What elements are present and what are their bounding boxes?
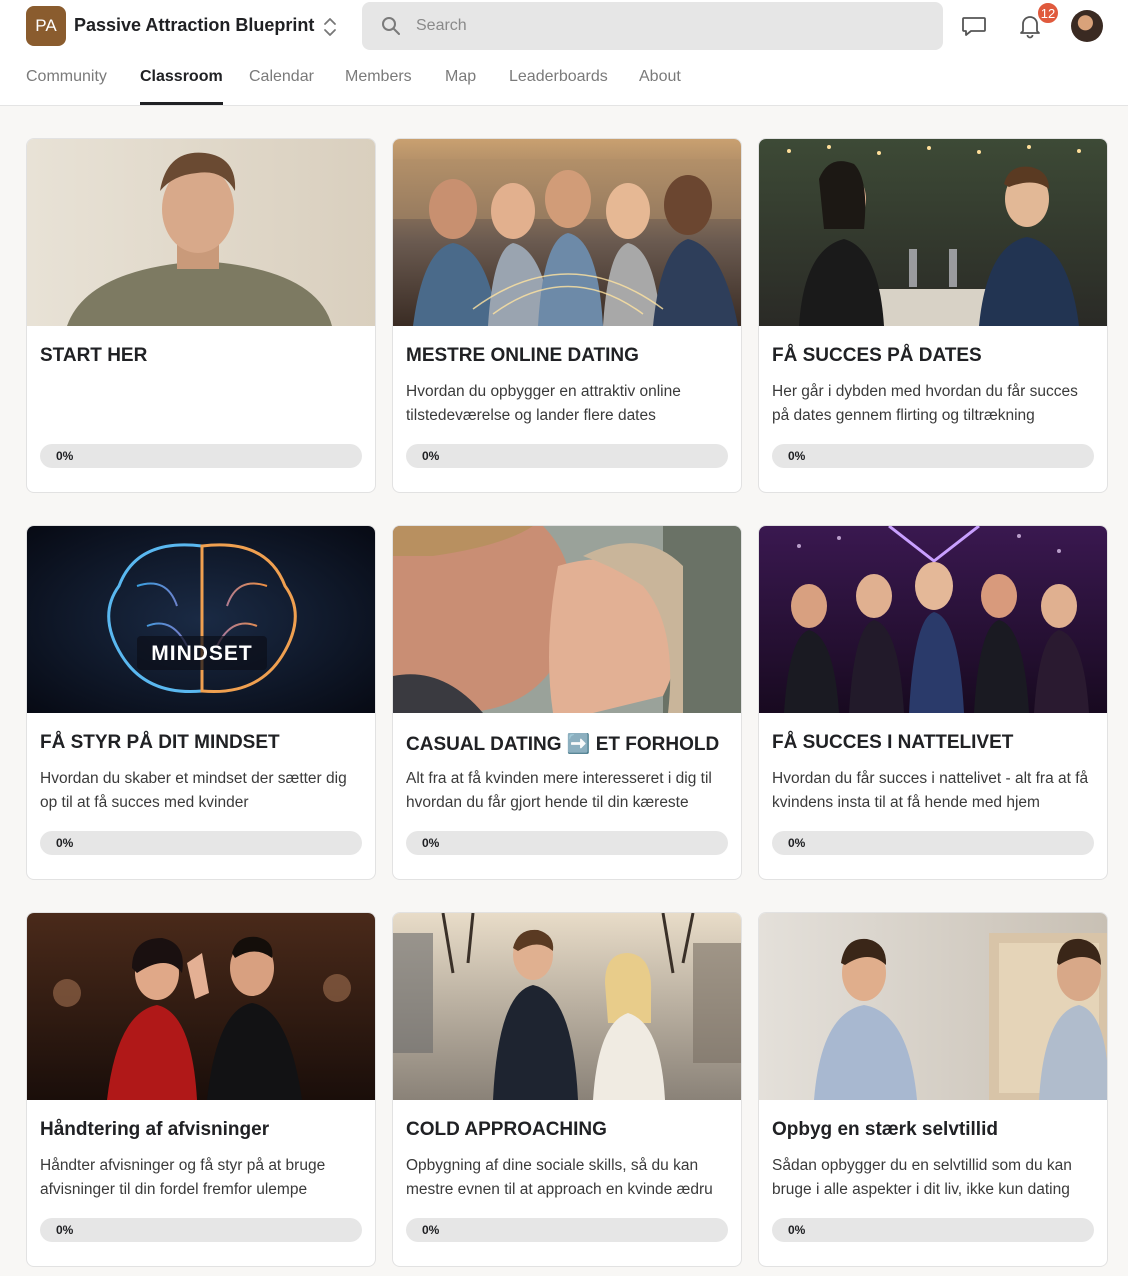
- progress-label: 0%: [422, 836, 440, 850]
- progress-bar: 0%: [772, 1218, 1094, 1242]
- progress-bar: 0%: [406, 444, 728, 468]
- search-bar[interactable]: [362, 2, 943, 50]
- course-description: Her går i dybden med hvordan du får succ…: [772, 383, 1078, 424]
- course-card[interactable]: Opbyg en stærk selvtillid Sådan opbygger…: [758, 912, 1108, 1267]
- course-thumbnail: [393, 526, 741, 713]
- course-thumbnail: [393, 139, 741, 326]
- progress-bar: 0%: [40, 1218, 362, 1242]
- course-card[interactable]: COLD APPROACHING Opbygning af dine socia…: [392, 912, 742, 1267]
- course-title: FÅ SUCCES I NATTELIVET: [772, 732, 1014, 753]
- progress-bar: 0%: [772, 444, 1094, 468]
- search-icon: [380, 15, 402, 37]
- course-title: COLD APPROACHING: [406, 1119, 607, 1140]
- course-thumbnail: [27, 913, 375, 1100]
- tab-members[interactable]: Members: [345, 56, 412, 106]
- progress-label: 0%: [788, 836, 806, 850]
- course-description: Håndter afvisninger og få styr på at bru…: [40, 1157, 326, 1198]
- user-avatar[interactable]: [1071, 10, 1103, 42]
- course-description: Sådan opbygger du en selvtillid som du k…: [772, 1157, 1072, 1198]
- progress-label: 0%: [56, 449, 74, 463]
- course-description: Opbygning af dine sociale skills, så du …: [406, 1157, 713, 1198]
- notification-badge: 12: [1036, 1, 1060, 25]
- progress-bar: 0%: [772, 831, 1094, 855]
- course-card[interactable]: FÅ SUCCES PÅ DATES Her går i dybden med …: [758, 138, 1108, 493]
- progress-bar: 0%: [40, 831, 362, 855]
- course-title: CASUAL DATING ➡️ ET FORHOLD: [406, 734, 720, 755]
- tab-classroom[interactable]: Classroom: [140, 56, 223, 106]
- course-card[interactable]: Håndtering af afvisninger Håndter afvisn…: [26, 912, 376, 1267]
- course-title: Opbyg en stærk selvtillid: [772, 1119, 998, 1140]
- course-thumbnail: [759, 139, 1107, 326]
- top-header: PA Passive Attraction Blueprint 12 Commu…: [0, 0, 1128, 106]
- chat-icon[interactable]: [960, 12, 988, 40]
- course-thumbnail: [759, 913, 1107, 1100]
- tab-about[interactable]: About: [639, 56, 681, 106]
- progress-bar: 0%: [40, 444, 362, 468]
- course-card[interactable]: MESTRE ONLINE DATING Hvordan du opbygger…: [392, 138, 742, 493]
- progress-bar: 0%: [406, 831, 728, 855]
- mindset-image-text: MINDSET: [151, 642, 253, 665]
- course-title: MESTRE ONLINE DATING: [406, 345, 639, 366]
- course-description: Alt fra at få kvinden mere interesseret …: [406, 770, 712, 811]
- course-card[interactable]: START HER 0%: [26, 138, 376, 493]
- course-title: Håndtering af afvisninger: [40, 1119, 270, 1140]
- progress-label: 0%: [56, 1223, 74, 1237]
- course-thumbnail: [759, 526, 1107, 713]
- nav-tabs: Community Classroom Calendar Members Map…: [0, 56, 1128, 106]
- course-thumbnail: [27, 139, 375, 326]
- course-card[interactable]: FÅ SUCCES I NATTELIVET Hvordan du får su…: [758, 525, 1108, 880]
- course-thumbnail: MINDSET: [27, 526, 375, 713]
- switcher-chevrons-icon[interactable]: [318, 13, 342, 41]
- community-logo[interactable]: PA: [26, 6, 66, 46]
- community-name[interactable]: Passive Attraction Blueprint: [74, 15, 314, 36]
- tab-leaderboards[interactable]: Leaderboards: [509, 56, 608, 106]
- search-input[interactable]: [416, 17, 896, 35]
- progress-label: 0%: [422, 449, 440, 463]
- course-title: FÅ STYR PÅ DIT MINDSET: [40, 732, 280, 753]
- course-thumbnail: [393, 913, 741, 1100]
- progress-label: 0%: [788, 449, 806, 463]
- tab-community[interactable]: Community: [26, 56, 107, 106]
- course-title: START HER: [40, 345, 148, 366]
- tab-map[interactable]: Map: [445, 56, 476, 106]
- course-card[interactable]: CASUAL DATING ➡️ ET FORHOLD Alt fra at f…: [392, 525, 742, 880]
- progress-label: 0%: [56, 836, 74, 850]
- progress-label: 0%: [422, 1223, 440, 1237]
- course-title: FÅ SUCCES PÅ DATES: [772, 345, 982, 366]
- course-description: Hvordan du skaber et mindset der sætter …: [40, 770, 347, 811]
- tab-calendar[interactable]: Calendar: [249, 56, 314, 106]
- course-description: Hvordan du opbygger en attraktiv online …: [406, 383, 681, 424]
- course-card[interactable]: MINDSET FÅ STYR PÅ DIT MINDSET Hvordan d…: [26, 525, 376, 880]
- progress-label: 0%: [788, 1223, 806, 1237]
- course-description: Hvordan du får succes i nattelivet - alt…: [772, 770, 1089, 811]
- progress-bar: 0%: [406, 1218, 728, 1242]
